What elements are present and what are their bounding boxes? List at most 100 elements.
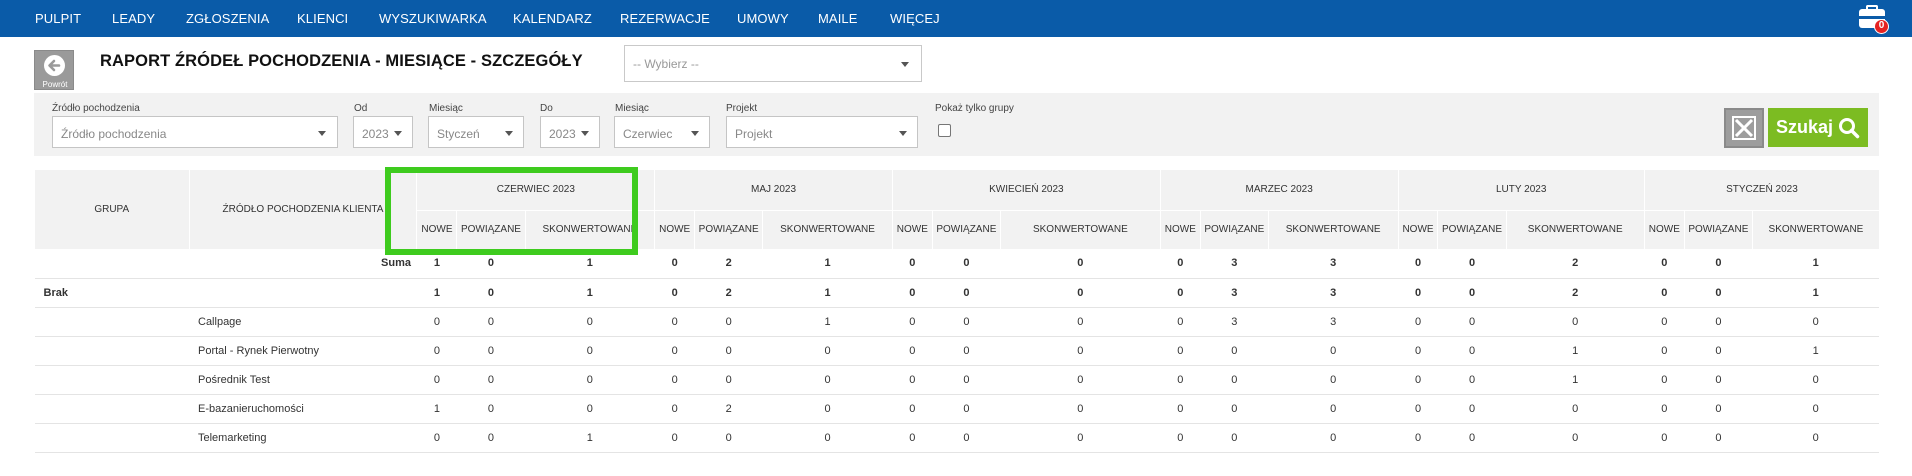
sub-header-skonwertowane: SKONWERTOWANE xyxy=(1505,209,1645,249)
cell-group xyxy=(34,394,189,424)
source-select-value: Źródło pochodzenia xyxy=(61,127,167,141)
project-select[interactable]: Projekt xyxy=(726,116,918,148)
cell-value: 0 xyxy=(892,278,933,308)
cell-value: 0 xyxy=(1000,307,1161,337)
cell-value: 0 xyxy=(932,423,1001,453)
nav-leady[interactable]: LEADY xyxy=(112,11,155,26)
project-label: Projekt xyxy=(726,103,758,114)
chevron-down-icon xyxy=(394,131,402,136)
cell-value: 1 xyxy=(416,394,457,424)
cell-value: 1 xyxy=(1752,336,1879,366)
cell-value: 0 xyxy=(1200,365,1269,395)
sub-header-skonwertowane: SKONWERTOWANE xyxy=(1267,209,1399,249)
cell-value: 0 xyxy=(654,278,695,308)
cell-value: 0 xyxy=(892,336,933,366)
cell-value: 2 xyxy=(1506,278,1645,308)
cell-value: 0 xyxy=(932,249,1001,279)
col-header-source: ŹRÓDŁO POCHODZENIA KLIENTA xyxy=(188,170,417,249)
cell-value: 0 xyxy=(1268,394,1399,424)
cell-value: 2 xyxy=(1506,249,1645,279)
cell-value: 0 xyxy=(416,423,457,453)
project-select-value: Projekt xyxy=(735,127,773,141)
cell-value: 0 xyxy=(892,365,933,395)
cell-value: 0 xyxy=(694,307,763,337)
cell-value: 0 xyxy=(1398,336,1438,366)
chevron-down-icon xyxy=(899,131,907,136)
nav-umowy[interactable]: UMOWY xyxy=(737,11,789,26)
cell-value: 0 xyxy=(1200,423,1269,453)
to-year-label: Do xyxy=(540,103,553,114)
cell-source: Callpage xyxy=(189,307,417,337)
groups-only-checkbox[interactable] xyxy=(938,124,951,137)
table-row: Telemarketing 0 0 1 0 0 0 0 0 0 0 0 0 0 0 0 0 0 0 xyxy=(34,423,1879,453)
from-year-value: 2023 xyxy=(362,127,389,141)
cell-value: 0 xyxy=(1506,307,1645,337)
cell-value: 0 xyxy=(525,307,655,337)
cell-group xyxy=(34,365,189,395)
table-row: Portal - Rynek Pierwotny 0 0 0 0 0 0 0 0 0 0 0 0 0 0 1 0… xyxy=(34,336,1879,366)
top-navigation: PULPIT LEADY ZGŁOSZENIA KLIENCI WYSZUKIW… xyxy=(0,0,1912,37)
source-select[interactable]: Źródło pochodzenia xyxy=(52,116,338,148)
cell-value: 0 xyxy=(1752,307,1879,337)
back-button[interactable]: Powrót xyxy=(34,50,74,90)
to-month-label: Miesiąc xyxy=(615,103,649,114)
cell-value: 0 xyxy=(1644,394,1685,424)
chevron-down-icon xyxy=(581,131,589,136)
cell-value: 0 xyxy=(1437,365,1507,395)
cell-value: 0 xyxy=(1684,307,1753,337)
cell-value: 1 xyxy=(762,307,893,337)
sub-header-powiązane: POWIĄZANE xyxy=(1437,209,1507,249)
sub-header-skonwertowane: SKONWERTOWANE xyxy=(1751,209,1879,249)
sub-header-skonwertowane: SKONWERTOWANE xyxy=(762,209,893,249)
cell-value: 0 xyxy=(1000,394,1161,424)
sub-header-nowe: NOWE xyxy=(891,209,933,249)
nav-rezerwacje[interactable]: REZERWACJE xyxy=(620,11,710,26)
table-row: E-bazanieruchomości 1 0 0 0 2 0 0 0 0 0 0 0 0 0 0 0 0 0 xyxy=(34,394,1879,424)
cell-value: 0 xyxy=(1000,336,1161,366)
cell-value: 0 xyxy=(1437,249,1507,279)
to-year-select[interactable]: 2023 xyxy=(540,116,600,148)
nav-wiecej[interactable]: WIĘCEJ xyxy=(890,11,940,26)
cell-group: Brak xyxy=(34,278,189,308)
nav-pulpit[interactable]: PULPIT xyxy=(35,11,81,26)
briefcase-icon[interactable]: 0 xyxy=(1857,3,1889,34)
month-header: MARZEC 2023 xyxy=(1159,170,1399,210)
month-header: STYCZEŃ 2023 xyxy=(1643,170,1879,210)
search-button[interactable]: Szukaj xyxy=(1768,108,1868,147)
cell-value: 0 xyxy=(762,423,893,453)
nav-kalendarz[interactable]: KALENDARZ xyxy=(513,11,592,26)
table-row: Callpage 0 0 0 0 0 1 0 0 0 0 3 3 0 0 0 0 0 0 xyxy=(34,307,1879,337)
table-header: GRUPA ŹRÓDŁO POCHODZENIA KLIENTA CZERWIE… xyxy=(34,170,1879,249)
to-month-select[interactable]: Czerwiec xyxy=(614,116,710,148)
cell-value: 0 xyxy=(762,365,893,395)
cell-group xyxy=(34,423,189,453)
cell-source xyxy=(189,278,417,308)
table-body: Suma 1 0 1 0 2 1 0 0 0 0 3 3 0 0 2 0 0 1 Brak 1 0 1 0 2 1 0 0 0 0 3 3 0 0… xyxy=(34,249,1879,453)
clear-filters-button[interactable] xyxy=(1724,108,1764,148)
cell-value: 1 xyxy=(762,278,893,308)
nav-zgloszenia[interactable]: ZGŁOSZENIA xyxy=(186,11,269,26)
arrow-left-icon xyxy=(44,55,65,76)
nav-wyszukiwarka[interactable]: WYSZUKIWARKA xyxy=(379,11,487,26)
search-button-label: Szukaj xyxy=(1776,117,1834,137)
nav-maile[interactable]: MAILE xyxy=(818,11,858,26)
cell-group xyxy=(34,307,189,337)
nav-klienci[interactable]: KLIENCI xyxy=(297,11,348,26)
cell-value: 0 xyxy=(1684,249,1753,279)
cell-value: 0 xyxy=(1160,249,1201,279)
cell-source: Telemarketing xyxy=(189,423,417,453)
cell-value: 0 xyxy=(1000,249,1161,279)
chevron-down-icon xyxy=(318,131,326,136)
cell-value: 1 xyxy=(1506,336,1645,366)
from-year-select[interactable]: 2023 xyxy=(353,116,413,148)
report-select-value: -- Wybierz -- xyxy=(633,57,699,71)
cell-value: 0 xyxy=(456,278,526,308)
from-month-select[interactable]: Styczeń xyxy=(428,116,524,148)
cell-value: 0 xyxy=(1160,278,1201,308)
sub-header-skonwertowane: SKONWERTOWANE xyxy=(524,209,655,249)
cell-value: 1 xyxy=(525,423,655,453)
report-select[interactable]: -- Wybierz -- xyxy=(624,45,922,82)
cell-value: 3 xyxy=(1200,278,1269,308)
cell-value: 0 xyxy=(1200,394,1269,424)
cell-value: 2 xyxy=(694,278,763,308)
